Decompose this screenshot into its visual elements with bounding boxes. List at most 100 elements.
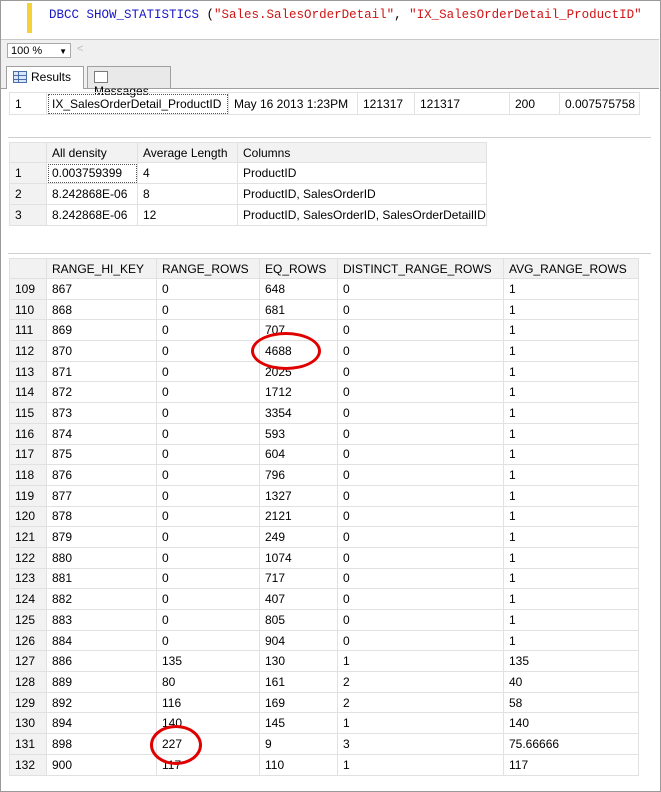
distinct-range-rows-cell[interactable]: 0 xyxy=(337,588,504,610)
range-rows-cell[interactable]: 0 xyxy=(156,319,260,342)
range-rows-cell[interactable]: 0 xyxy=(156,567,260,590)
avg-range-rows-cell[interactable]: 140 xyxy=(503,712,639,735)
distinct-range-rows-cell[interactable]: 0 xyxy=(337,484,504,507)
range-rows-cell[interactable]: 0 xyxy=(156,484,260,507)
eq-rows-cell[interactable]: 249 xyxy=(259,526,338,548)
range-hi-key-cell[interactable]: 889 xyxy=(46,671,157,693)
eq-rows-cell[interactable]: 904 xyxy=(259,629,338,652)
table-row[interactable]: 118 876 0 796 0 1 xyxy=(9,464,639,486)
avg-range-rows-cell[interactable]: 1 xyxy=(503,505,639,528)
distinct-range-rows-cell[interactable]: 0 xyxy=(337,402,504,424)
range-hi-key-cell[interactable]: 880 xyxy=(46,546,157,569)
column-header[interactable]: RANGE_HI_KEY xyxy=(46,258,157,279)
pane-splitter[interactable] xyxy=(8,137,651,138)
updated-cell[interactable]: May 16 2013 1:23PM xyxy=(228,92,358,115)
distinct-range-rows-cell[interactable]: 2 xyxy=(337,671,504,693)
distinct-range-rows-cell[interactable]: 0 xyxy=(337,505,504,528)
range-hi-key-cell[interactable]: 873 xyxy=(46,402,157,424)
table-row[interactable]: 112 870 0 4688 0 1 xyxy=(9,340,639,362)
distinct-range-rows-cell[interactable]: 0 xyxy=(337,422,504,445)
eq-rows-cell[interactable]: 110 xyxy=(259,753,338,776)
range-hi-key-cell[interactable]: 876 xyxy=(46,464,157,486)
distinct-range-rows-cell[interactable]: 0 xyxy=(337,526,504,548)
density-cell[interactable]: 0.007575758 xyxy=(559,92,640,115)
table-row[interactable]: 127 886 135 130 1 135 xyxy=(9,650,639,673)
range-hi-key-cell[interactable]: 900 xyxy=(46,753,157,776)
eq-rows-cell[interactable]: 1327 xyxy=(259,484,338,507)
table-row[interactable]: 125 883 0 805 0 1 xyxy=(9,609,639,631)
avg-range-rows-cell[interactable]: 117 xyxy=(503,753,639,776)
distinct-range-rows-cell[interactable]: 2 xyxy=(337,691,504,714)
eq-rows-cell[interactable]: 604 xyxy=(259,443,338,466)
range-rows-cell[interactable]: 0 xyxy=(156,609,260,631)
avg-range-rows-cell[interactable]: 1 xyxy=(503,298,639,321)
range-rows-cell[interactable]: 0 xyxy=(156,588,260,610)
range-hi-key-cell[interactable]: 868 xyxy=(46,298,157,321)
table-row[interactable]: 1 IX_SalesOrderDetail_ProductID May 16 2… xyxy=(9,92,640,115)
distinct-range-rows-cell[interactable]: 0 xyxy=(337,319,504,342)
range-rows-cell[interactable]: 0 xyxy=(156,546,260,569)
table-row[interactable]: 114 872 0 1712 0 1 xyxy=(9,381,639,404)
range-hi-key-cell[interactable]: 892 xyxy=(46,691,157,714)
distinct-range-rows-cell[interactable]: 1 xyxy=(337,712,504,735)
table-row[interactable]: 128 889 80 161 2 40 xyxy=(9,671,639,693)
pane-splitter[interactable] xyxy=(8,253,651,254)
column-header[interactable]: Average Length xyxy=(137,142,238,163)
table-row[interactable]: 121 879 0 249 0 1 xyxy=(9,526,639,548)
eq-rows-cell[interactable]: 805 xyxy=(259,609,338,631)
range-rows-cell[interactable]: 0 xyxy=(156,443,260,466)
avg-range-rows-cell[interactable]: 75.66666 xyxy=(503,733,639,755)
table-cell[interactable]: ProductID, SalesOrderID, SalesOrderDetai… xyxy=(237,204,487,226)
table-row[interactable]: 3 8.242868E-06 12 ProductID, SalesOrderI… xyxy=(9,204,487,226)
steps-cell[interactable]: 200 xyxy=(509,92,560,115)
range-hi-key-cell[interactable]: 882 xyxy=(46,588,157,610)
table-cell[interactable]: 0.003759399 xyxy=(46,162,138,184)
distinct-range-rows-cell[interactable]: 0 xyxy=(337,298,504,321)
table-cell[interactable]: ProductID xyxy=(237,162,487,184)
rows-sampled-cell[interactable]: 121317 xyxy=(414,92,510,115)
table-row[interactable]: 115 873 0 3354 0 1 xyxy=(9,402,639,424)
eq-rows-cell[interactable]: 593 xyxy=(259,422,338,445)
range-rows-cell[interactable]: 0 xyxy=(156,505,260,528)
range-rows-cell[interactable]: 0 xyxy=(156,402,260,424)
range-hi-key-cell[interactable]: 879 xyxy=(46,526,157,548)
range-hi-key-cell[interactable]: 870 xyxy=(46,340,157,362)
range-hi-key-cell[interactable]: 883 xyxy=(46,609,157,631)
table-cell[interactable]: 8.242868E-06 xyxy=(46,204,138,226)
eq-rows-cell[interactable]: 407 xyxy=(259,588,338,610)
eq-rows-cell[interactable]: 1712 xyxy=(259,381,338,404)
range-rows-cell[interactable]: 0 xyxy=(156,278,260,300)
avg-range-rows-cell[interactable]: 1 xyxy=(503,402,639,424)
table-row[interactable]: 109 867 0 648 0 1 xyxy=(9,278,639,300)
table-row[interactable]: 123 881 0 717 0 1 xyxy=(9,567,639,590)
table-row[interactable]: 2 8.242868E-06 8 ProductID, SalesOrderID xyxy=(9,183,487,205)
zoom-select[interactable]: 100 % ▼ xyxy=(7,43,71,58)
eq-rows-cell[interactable]: 681 xyxy=(259,298,338,321)
range-hi-key-cell[interactable]: 872 xyxy=(46,381,157,404)
range-hi-key-cell[interactable]: 869 xyxy=(46,319,157,342)
eq-rows-cell[interactable]: 161 xyxy=(259,671,338,693)
avg-range-rows-cell[interactable]: 1 xyxy=(503,360,639,383)
table-row[interactable]: 129 892 116 169 2 58 xyxy=(9,691,639,714)
avg-range-rows-cell[interactable]: 135 xyxy=(503,650,639,673)
range-hi-key-cell[interactable]: 881 xyxy=(46,567,157,590)
avg-range-rows-cell[interactable]: 1 xyxy=(503,609,639,631)
distinct-range-rows-cell[interactable]: 1 xyxy=(337,650,504,673)
avg-range-rows-cell[interactable]: 58 xyxy=(503,691,639,714)
query-editor[interactable]: DBCC SHOW_STATISTICS ("Sales.SalesOrderD… xyxy=(1,1,659,39)
eq-rows-cell[interactable]: 3354 xyxy=(259,402,338,424)
column-header[interactable]: Columns xyxy=(237,142,487,163)
avg-range-rows-cell[interactable]: 1 xyxy=(503,588,639,610)
range-rows-cell[interactable]: 116 xyxy=(156,691,260,714)
stats-header-grid[interactable]: 1 IX_SalesOrderDetail_ProductID May 16 2… xyxy=(9,92,640,115)
table-row[interactable]: 130 894 140 145 1 140 xyxy=(9,712,639,735)
distinct-range-rows-cell[interactable]: 0 xyxy=(337,443,504,466)
avg-range-rows-cell[interactable]: 1 xyxy=(503,422,639,445)
avg-range-rows-cell[interactable]: 1 xyxy=(503,526,639,548)
range-rows-cell[interactable]: 80 xyxy=(156,671,260,693)
avg-range-rows-cell[interactable]: 1 xyxy=(503,443,639,466)
avg-range-rows-cell[interactable]: 1 xyxy=(503,340,639,362)
index-name-cell[interactable]: IX_SalesOrderDetail_ProductID xyxy=(46,92,229,115)
distinct-range-rows-cell[interactable]: 0 xyxy=(337,340,504,362)
chevron-down-icon[interactable]: ▼ xyxy=(59,44,67,59)
